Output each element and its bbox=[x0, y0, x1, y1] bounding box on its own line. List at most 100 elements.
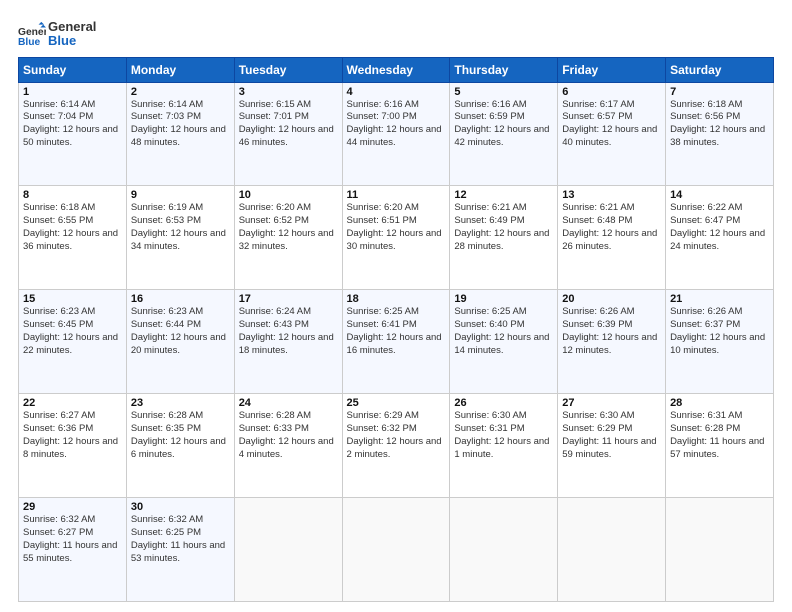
day-info: Sunrise: 6:24 AMSunset: 6:43 PMDaylight:… bbox=[239, 306, 338, 357]
day-info: Sunrise: 6:32 AMSunset: 6:27 PMDaylight:… bbox=[23, 514, 122, 565]
calendar-cell: 25Sunrise: 6:29 AMSunset: 6:32 PMDayligh… bbox=[342, 394, 450, 498]
day-number: 5 bbox=[454, 86, 553, 98]
day-info: Sunrise: 6:14 AMSunset: 7:04 PMDaylight:… bbox=[23, 99, 122, 150]
day-number: 25 bbox=[347, 397, 446, 409]
day-number: 6 bbox=[562, 86, 661, 98]
weekday-header-monday: Monday bbox=[126, 57, 234, 82]
calendar-cell bbox=[342, 498, 450, 602]
day-number: 22 bbox=[23, 397, 122, 409]
week-row-4: 22Sunrise: 6:27 AMSunset: 6:36 PMDayligh… bbox=[19, 394, 774, 498]
calendar-cell: 3Sunrise: 6:15 AMSunset: 7:01 PMDaylight… bbox=[234, 82, 342, 186]
day-info: Sunrise: 6:30 AMSunset: 6:31 PMDaylight:… bbox=[454, 410, 553, 461]
weekday-header-friday: Friday bbox=[558, 57, 666, 82]
day-info: Sunrise: 6:18 AMSunset: 6:55 PMDaylight:… bbox=[23, 202, 122, 253]
day-info: Sunrise: 6:20 AMSunset: 6:51 PMDaylight:… bbox=[347, 202, 446, 253]
day-number: 15 bbox=[23, 293, 122, 305]
logo: General Blue General Blue bbox=[18, 20, 96, 49]
day-info: Sunrise: 6:18 AMSunset: 6:56 PMDaylight:… bbox=[670, 99, 769, 150]
day-number: 18 bbox=[347, 293, 446, 305]
day-number: 26 bbox=[454, 397, 553, 409]
calendar-cell: 24Sunrise: 6:28 AMSunset: 6:33 PMDayligh… bbox=[234, 394, 342, 498]
day-number: 14 bbox=[670, 189, 769, 201]
header: General Blue General Blue bbox=[18, 16, 774, 49]
day-number: 23 bbox=[131, 397, 230, 409]
day-number: 28 bbox=[670, 397, 769, 409]
day-number: 17 bbox=[239, 293, 338, 305]
day-number: 7 bbox=[670, 86, 769, 98]
weekday-header-sunday: Sunday bbox=[19, 57, 127, 82]
day-number: 11 bbox=[347, 189, 446, 201]
day-info: Sunrise: 6:29 AMSunset: 6:32 PMDaylight:… bbox=[347, 410, 446, 461]
day-info: Sunrise: 6:28 AMSunset: 6:33 PMDaylight:… bbox=[239, 410, 338, 461]
weekday-header-saturday: Saturday bbox=[666, 57, 774, 82]
calendar-cell: 6Sunrise: 6:17 AMSunset: 6:57 PMDaylight… bbox=[558, 82, 666, 186]
calendar-cell: 8Sunrise: 6:18 AMSunset: 6:55 PMDaylight… bbox=[19, 186, 127, 290]
weekday-header-wednesday: Wednesday bbox=[342, 57, 450, 82]
calendar-cell: 12Sunrise: 6:21 AMSunset: 6:49 PMDayligh… bbox=[450, 186, 558, 290]
calendar-cell bbox=[450, 498, 558, 602]
day-info: Sunrise: 6:28 AMSunset: 6:35 PMDaylight:… bbox=[131, 410, 230, 461]
calendar-cell: 23Sunrise: 6:28 AMSunset: 6:35 PMDayligh… bbox=[126, 394, 234, 498]
calendar-cell: 9Sunrise: 6:19 AMSunset: 6:53 PMDaylight… bbox=[126, 186, 234, 290]
day-info: Sunrise: 6:16 AMSunset: 6:59 PMDaylight:… bbox=[454, 99, 553, 150]
day-number: 3 bbox=[239, 86, 338, 98]
calendar-cell: 4Sunrise: 6:16 AMSunset: 7:00 PMDaylight… bbox=[342, 82, 450, 186]
day-info: Sunrise: 6:21 AMSunset: 6:48 PMDaylight:… bbox=[562, 202, 661, 253]
calendar-cell: 27Sunrise: 6:30 AMSunset: 6:29 PMDayligh… bbox=[558, 394, 666, 498]
calendar-cell: 13Sunrise: 6:21 AMSunset: 6:48 PMDayligh… bbox=[558, 186, 666, 290]
calendar-body: 1Sunrise: 6:14 AMSunset: 7:04 PMDaylight… bbox=[19, 82, 774, 601]
calendar-cell: 18Sunrise: 6:25 AMSunset: 6:41 PMDayligh… bbox=[342, 290, 450, 394]
calendar-cell: 10Sunrise: 6:20 AMSunset: 6:52 PMDayligh… bbox=[234, 186, 342, 290]
day-number: 12 bbox=[454, 189, 553, 201]
logo-blue: Blue bbox=[48, 34, 96, 48]
day-number: 10 bbox=[239, 189, 338, 201]
day-info: Sunrise: 6:19 AMSunset: 6:53 PMDaylight:… bbox=[131, 202, 230, 253]
day-info: Sunrise: 6:31 AMSunset: 6:28 PMDaylight:… bbox=[670, 410, 769, 461]
calendar-table: SundayMondayTuesdayWednesdayThursdayFrid… bbox=[18, 57, 774, 602]
calendar-cell: 2Sunrise: 6:14 AMSunset: 7:03 PMDaylight… bbox=[126, 82, 234, 186]
day-number: 13 bbox=[562, 189, 661, 201]
calendar-cell: 7Sunrise: 6:18 AMSunset: 6:56 PMDaylight… bbox=[666, 82, 774, 186]
day-number: 27 bbox=[562, 397, 661, 409]
calendar-cell: 5Sunrise: 6:16 AMSunset: 6:59 PMDaylight… bbox=[450, 82, 558, 186]
day-number: 24 bbox=[239, 397, 338, 409]
day-info: Sunrise: 6:23 AMSunset: 6:44 PMDaylight:… bbox=[131, 306, 230, 357]
day-info: Sunrise: 6:25 AMSunset: 6:40 PMDaylight:… bbox=[454, 306, 553, 357]
day-info: Sunrise: 6:15 AMSunset: 7:01 PMDaylight:… bbox=[239, 99, 338, 150]
day-info: Sunrise: 6:32 AMSunset: 6:25 PMDaylight:… bbox=[131, 514, 230, 565]
week-row-1: 1Sunrise: 6:14 AMSunset: 7:04 PMDaylight… bbox=[19, 82, 774, 186]
calendar-cell: 15Sunrise: 6:23 AMSunset: 6:45 PMDayligh… bbox=[19, 290, 127, 394]
day-info: Sunrise: 6:17 AMSunset: 6:57 PMDaylight:… bbox=[562, 99, 661, 150]
day-number: 4 bbox=[347, 86, 446, 98]
calendar-cell: 30Sunrise: 6:32 AMSunset: 6:25 PMDayligh… bbox=[126, 498, 234, 602]
day-info: Sunrise: 6:16 AMSunset: 7:00 PMDaylight:… bbox=[347, 99, 446, 150]
calendar-cell bbox=[234, 498, 342, 602]
day-number: 19 bbox=[454, 293, 553, 305]
logo-icon: General Blue bbox=[18, 20, 46, 48]
day-number: 1 bbox=[23, 86, 122, 98]
calendar-cell: 20Sunrise: 6:26 AMSunset: 6:39 PMDayligh… bbox=[558, 290, 666, 394]
calendar-cell: 11Sunrise: 6:20 AMSunset: 6:51 PMDayligh… bbox=[342, 186, 450, 290]
day-number: 16 bbox=[131, 293, 230, 305]
day-info: Sunrise: 6:14 AMSunset: 7:03 PMDaylight:… bbox=[131, 99, 230, 150]
week-row-2: 8Sunrise: 6:18 AMSunset: 6:55 PMDaylight… bbox=[19, 186, 774, 290]
svg-text:Blue: Blue bbox=[18, 37, 41, 48]
page: General Blue General Blue SundayMondayTu… bbox=[0, 0, 792, 612]
day-number: 29 bbox=[23, 501, 122, 513]
calendar-cell: 14Sunrise: 6:22 AMSunset: 6:47 PMDayligh… bbox=[666, 186, 774, 290]
weekday-header-tuesday: Tuesday bbox=[234, 57, 342, 82]
calendar-cell: 17Sunrise: 6:24 AMSunset: 6:43 PMDayligh… bbox=[234, 290, 342, 394]
day-number: 30 bbox=[131, 501, 230, 513]
logo-general: General bbox=[48, 20, 96, 34]
day-info: Sunrise: 6:26 AMSunset: 6:37 PMDaylight:… bbox=[670, 306, 769, 357]
calendar-cell: 21Sunrise: 6:26 AMSunset: 6:37 PMDayligh… bbox=[666, 290, 774, 394]
day-number: 20 bbox=[562, 293, 661, 305]
day-info: Sunrise: 6:27 AMSunset: 6:36 PMDaylight:… bbox=[23, 410, 122, 461]
calendar-cell: 1Sunrise: 6:14 AMSunset: 7:04 PMDaylight… bbox=[19, 82, 127, 186]
calendar-cell: 29Sunrise: 6:32 AMSunset: 6:27 PMDayligh… bbox=[19, 498, 127, 602]
calendar-cell bbox=[558, 498, 666, 602]
calendar-cell: 16Sunrise: 6:23 AMSunset: 6:44 PMDayligh… bbox=[126, 290, 234, 394]
day-number: 21 bbox=[670, 293, 769, 305]
day-number: 8 bbox=[23, 189, 122, 201]
weekday-header-row: SundayMondayTuesdayWednesdayThursdayFrid… bbox=[19, 57, 774, 82]
